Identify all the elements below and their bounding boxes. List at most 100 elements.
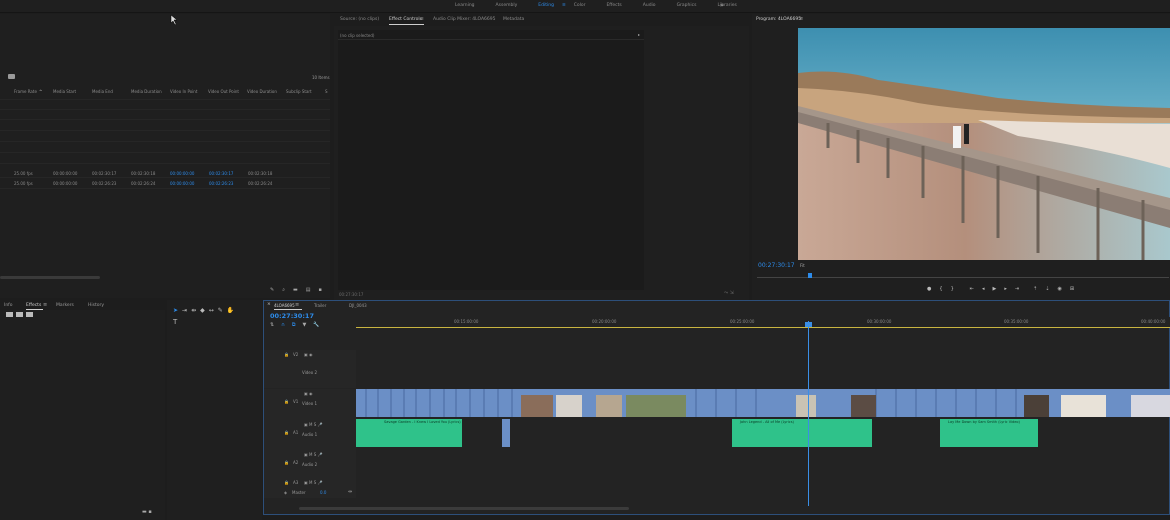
extract-icon[interactable]: ⇣ (1045, 286, 1049, 292)
mark-out-icon[interactable]: } (951, 286, 954, 292)
lock-icon[interactable]: 🔒 (284, 460, 289, 465)
timeline-timecode[interactable]: 00:27:30:17 (270, 312, 314, 320)
play-icon[interactable]: ▶ (992, 286, 996, 292)
master-volume[interactable]: 0.0 (320, 490, 326, 495)
tl-close-icon[interactable]: × (267, 302, 271, 307)
hand-tool-icon[interactable]: ✋ (227, 307, 234, 314)
cell[interactable]: 00:00:00:00 (170, 171, 194, 176)
tab-menu-icon[interactable]: ≡ (420, 17, 424, 22)
col-video-in[interactable]: Video In Point (170, 89, 197, 94)
tab-dji[interactable]: DJI_0043 (349, 303, 367, 308)
cell[interactable]: 00:00:00:00 (170, 181, 194, 186)
fit-dropdown[interactable]: Fit (800, 263, 805, 268)
ws-tab-effects[interactable]: Effects (606, 3, 621, 8)
col-video-duration[interactable]: Video Duration (247, 89, 277, 94)
snap-icon[interactable]: ∩ (281, 322, 285, 328)
mute-solo-icon[interactable]: ▣ M S 🎤 (304, 422, 323, 427)
program-scrubber[interactable] (757, 277, 1169, 278)
playhead[interactable] (808, 321, 809, 506)
video-clip-strip[interactable] (356, 389, 1170, 417)
tab-metadata[interactable]: Metadata (503, 17, 524, 22)
tab-markers[interactable]: Markers (56, 303, 74, 308)
col-media-end[interactable]: Media End (92, 89, 113, 94)
ws-tab-color[interactable]: Color (574, 3, 586, 8)
tab-effects[interactable]: Effects (26, 303, 41, 308)
tl-menu-icon[interactable]: ≡ (295, 302, 299, 308)
ws-tab-assembly[interactable]: Assembly (496, 3, 518, 8)
step-forward-icon[interactable]: ▸ (1004, 286, 1007, 292)
accelerated-effects-icon[interactable] (6, 312, 13, 317)
col-s[interactable]: S (325, 89, 328, 94)
cell[interactable]: 00:02:26:23 (209, 181, 233, 186)
program-menu-icon[interactable]: ≡ (799, 16, 803, 22)
slip-icon[interactable]: ↔ (209, 307, 214, 314)
audio-clip[interactable]: John Legend - All of Me (Lyrics) (732, 419, 872, 447)
toggle-output-icon[interactable]: ▣ ◉ (304, 391, 313, 396)
ws-tab-editing[interactable]: Editing (538, 3, 554, 8)
audio-clip[interactable]: Savage Garden - I Knew I Loved You (Lyri… (356, 419, 462, 447)
search-icon[interactable]: ⌕ (282, 287, 285, 293)
tab-effect-controls[interactable]: Effect Controls (389, 17, 422, 22)
lock-icon[interactable]: 🔒 (284, 352, 289, 357)
pen-icon[interactable]: ✎ (270, 287, 274, 293)
timeline-scrollbar[interactable] (299, 507, 629, 510)
tab-sequence[interactable]: 4LOA6695 (274, 303, 295, 308)
program-timecode[interactable]: 00:27:30:17 (758, 262, 795, 269)
mark-in-icon[interactable]: { (939, 286, 942, 292)
mute-solo-icon[interactable]: ▣ M S 🎤 (304, 480, 323, 485)
more-workspaces-icon[interactable]: » (720, 2, 724, 9)
small-clip[interactable] (502, 419, 510, 447)
tab-source[interactable]: Source: (no clips) (340, 17, 379, 22)
mute-solo-icon[interactable]: ▣ M S 🎤 (304, 452, 323, 457)
filter-icon[interactable]: ⤳ ⇲ (724, 290, 734, 296)
go-to-out-icon[interactable]: ⇥ (1015, 286, 1019, 292)
lock-icon[interactable]: 🔒 (284, 399, 289, 404)
nest-icon[interactable]: ⇅ (270, 322, 274, 328)
horizontal-scrollbar[interactable] (0, 276, 100, 279)
program-playhead[interactable] (808, 273, 812, 278)
lift-icon[interactable]: ⇡ (1033, 286, 1037, 292)
master-end-icon[interactable]: ⇹ (348, 489, 352, 495)
ws-tab-audio[interactable]: Audio (643, 3, 656, 8)
wrench-icon[interactable]: 🔧 (313, 322, 319, 328)
yuv-effects-icon[interactable] (26, 312, 33, 317)
col-frame-rate[interactable]: Frame Rate (14, 89, 37, 94)
step-back-icon[interactable]: ◂ (982, 286, 985, 292)
col-subclip-start[interactable]: Subclip Start (286, 89, 312, 94)
col-video-out[interactable]: Video Out Point (208, 89, 239, 94)
ws-tab-graphics[interactable]: Graphics (677, 3, 697, 8)
lock-icon[interactable]: 🔒 (284, 480, 289, 485)
col-media-start[interactable]: Media Start (53, 89, 76, 94)
cell[interactable]: 00:02:30:17 (209, 171, 233, 176)
tab-history[interactable]: History (88, 303, 104, 308)
go-to-in-icon[interactable]: ⇤ (970, 286, 974, 292)
tab-info[interactable]: Info (4, 303, 13, 308)
tab-audio-clip-mixer[interactable]: Audio Clip Mixer: 4LOA6695 (433, 17, 496, 22)
linked-select-icon[interactable]: ⧉ (292, 322, 296, 328)
trash-icon[interactable]: ▪ (318, 287, 321, 293)
work-area-bar[interactable] (356, 327, 1170, 328)
ws-menu-icon[interactable]: ≡ (562, 3, 566, 8)
type-tool-icon[interactable]: T (173, 318, 177, 326)
ws-tab-learning[interactable]: Learning (455, 3, 475, 8)
button-editor-icon[interactable]: ⊞ (1070, 286, 1074, 292)
toggle-output-icon[interactable]: ▣ ◉ (304, 352, 313, 357)
pen-tool-icon[interactable]: ✎ (218, 307, 223, 314)
expand-icon[interactable]: ▸ (638, 32, 640, 37)
folder-icon[interactable] (8, 74, 15, 79)
audio-clip[interactable]: Lay Me Down by Sam Smith (Lyric Video) (940, 419, 1038, 447)
new-item-icon[interactable]: ▤ (306, 287, 311, 293)
export-frame-icon[interactable]: ◉ (1057, 286, 1061, 292)
ripple-edit-icon[interactable]: ⇹ (191, 307, 196, 314)
new-bin-icon[interactable]: ▬ ▪ (142, 509, 152, 515)
selection-tool-icon[interactable]: ➤ (173, 307, 178, 314)
32bit-effects-icon[interactable] (16, 312, 23, 317)
playhead-handle[interactable] (805, 322, 812, 327)
add-marker-icon[interactable]: ▼ (302, 322, 306, 328)
marker-icon[interactable]: ● (927, 286, 931, 292)
new-bin-icon[interactable]: ▬ (293, 287, 298, 293)
col-media-duration[interactable]: Media Duration (131, 89, 162, 94)
sort-icon[interactable]: ^ (39, 89, 42, 94)
tab-trailer[interactable]: Trailer (314, 303, 326, 308)
razor-icon[interactable]: ◆ (200, 307, 205, 314)
